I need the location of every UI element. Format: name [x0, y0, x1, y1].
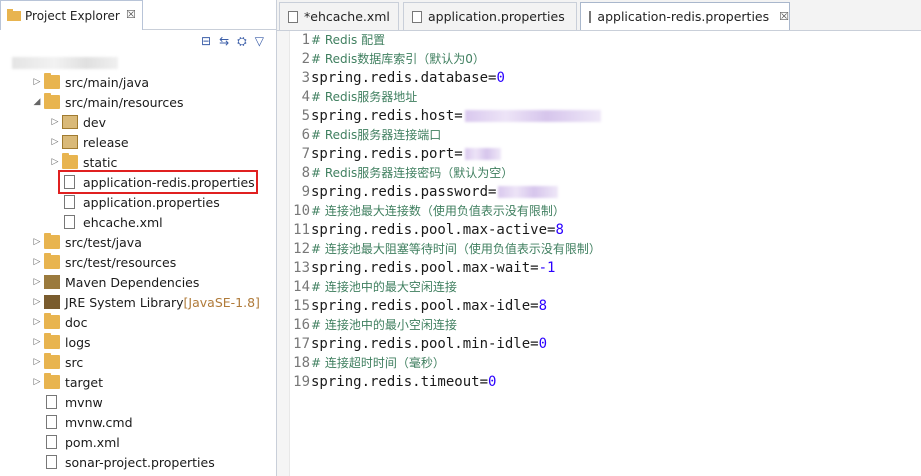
folder-icon — [7, 9, 21, 21]
editor-tab-bar: *ehcache.xml application.properties appl… — [277, 0, 921, 31]
file-icon — [46, 395, 57, 409]
code-line-1: # Redis 配置 — [311, 33, 386, 47]
tree-item-mvnw-cmd[interactable]: mvnw.cmd — [44, 412, 133, 432]
collapse-all-icon[interactable]: ⊟ — [201, 34, 211, 48]
code-line-3: spring.redis.database=0 — [311, 70, 505, 86]
xml-file-icon — [64, 215, 75, 229]
code-line-16: # 连接池中的最小空闲连接 — [311, 318, 457, 332]
explorer-toolbar: ⊟ ⇆ ⛭ ▽ — [201, 33, 264, 49]
tree-item-ehcache-xml[interactable]: ehcache.xml — [62, 212, 163, 232]
code-line-19: spring.redis.timeout=0 — [311, 374, 497, 390]
code-line-14: # 连接池中的最大空闲连接 — [311, 280, 457, 294]
tree-item-src-test-java[interactable]: ▷ src/test/java — [30, 232, 142, 252]
source-folder-icon — [44, 73, 60, 89]
tree-item-jre-system-library[interactable]: ▷ JRE System Library [JavaSE-1.8] — [30, 292, 260, 312]
code-line-11: spring.redis.pool.max-active=8 — [311, 222, 564, 238]
folder-icon — [44, 373, 60, 389]
expand-arrow-icon[interactable]: ▷ — [48, 137, 62, 147]
close-icon[interactable]: ☒ — [779, 10, 789, 23]
expand-arrow-icon[interactable]: ▷ — [30, 277, 44, 287]
properties-file-icon — [46, 455, 57, 469]
expand-arrow-icon[interactable]: ▷ — [30, 237, 44, 247]
tree-item-mvnw[interactable]: mvnw — [44, 392, 103, 412]
package-icon — [62, 115, 78, 129]
project-explorer-panel: Project Explorer ☒ ⊟ ⇆ ⛭ ▽ ▷ src/main/jav… — [0, 0, 277, 476]
code-line-10: # 连接池最大连接数（使用负值表示没有限制） — [311, 204, 565, 218]
code-line-13: spring.redis.pool.max-wait=-1 — [311, 260, 556, 276]
tree-item-sonar-project-properties[interactable]: sonar-project.properties — [44, 452, 215, 472]
editor-panel: *ehcache.xml application.properties appl… — [277, 0, 921, 476]
properties-file-icon — [64, 195, 75, 209]
tree-item-maven-dependencies[interactable]: ▷ Maven Dependencies — [30, 272, 200, 292]
tab-application-properties[interactable]: application.properties — [403, 2, 577, 30]
tree-item-logs[interactable]: ▷ logs — [30, 332, 91, 352]
expand-arrow-icon[interactable]: ▷ — [30, 357, 44, 367]
properties-file-icon — [589, 10, 592, 23]
package-icon — [62, 135, 78, 149]
project-name-redacted — [12, 57, 118, 69]
code-line-9: spring.redis.password= — [311, 183, 921, 202]
tree-item-static[interactable]: ▷ static — [48, 152, 117, 172]
source-folder-icon — [44, 253, 60, 269]
folder-icon — [62, 153, 78, 169]
tree-item-src[interactable]: ▷ src — [30, 352, 83, 372]
code-line-5: spring.redis.host= — [311, 107, 921, 126]
tab-ehcache-xml[interactable]: *ehcache.xml — [279, 2, 399, 30]
tree-item-doc[interactable]: ▷ doc — [30, 312, 87, 332]
tab-divider — [143, 29, 276, 30]
project-explorer-title: Project Explorer — [25, 9, 120, 23]
line-numbers: 1 2 3 4 5 6 7 8 9 10 11 12 13 14 15 16 1… — [293, 32, 310, 390]
xml-file-icon — [288, 10, 298, 23]
code-line-17: spring.redis.pool.min-idle=0 — [311, 336, 548, 352]
source-folder-icon — [44, 93, 60, 109]
code-line-6: # Redis服务器连接端口 — [311, 128, 442, 142]
project-explorer-tab[interactable]: Project Explorer ☒ — [0, 0, 143, 30]
code-line-2: # Redis数据库索引（默认为0） — [311, 52, 485, 66]
tree-item-target[interactable]: ▷ target — [30, 372, 103, 392]
code-line-12: # 连接池最大阻塞等待时间（使用负值表示没有限制） — [311, 242, 601, 256]
expand-arrow-icon[interactable]: ▷ — [30, 377, 44, 387]
code-line-18: # 连接超时时间（毫秒） — [311, 356, 445, 370]
properties-file-icon — [412, 10, 422, 23]
expand-arrow-icon[interactable]: ▷ — [30, 317, 44, 327]
expand-arrow-icon[interactable]: ▷ — [30, 77, 44, 87]
tree-item-dev[interactable]: ▷ dev — [48, 112, 107, 132]
source-folder-icon — [44, 233, 60, 249]
redacted-value — [464, 110, 601, 122]
tree-item-src-test-resources[interactable]: ▷ src/test/resources — [30, 252, 176, 272]
file-icon — [46, 415, 57, 429]
tree-item-pom-xml[interactable]: pom.xml — [44, 432, 120, 452]
redacted-value — [464, 148, 501, 160]
tree-item-application-properties[interactable]: application.properties — [62, 192, 220, 212]
folder-icon — [44, 313, 60, 329]
view-menu-icon[interactable]: ▽ — [255, 34, 264, 48]
tree-item-release[interactable]: ▷ release — [48, 132, 129, 152]
xml-file-icon — [46, 435, 57, 449]
link-with-editor-icon[interactable]: ⇆ — [219, 34, 229, 48]
expand-arrow-icon[interactable]: ▷ — [48, 117, 62, 127]
library-icon — [44, 295, 60, 309]
code-line-15: spring.redis.pool.max-idle=8 — [311, 298, 548, 314]
code-line-7: spring.redis.port= — [311, 145, 921, 164]
code-line-8: # Redis服务器连接密码（默认为空） — [311, 166, 514, 180]
folder-icon — [44, 333, 60, 349]
filter-icon[interactable]: ⛭ — [237, 34, 247, 49]
code-line-4: # Redis服务器地址 — [311, 90, 418, 104]
close-icon[interactable]: ☒ — [126, 8, 136, 21]
redacted-value — [498, 186, 559, 198]
code-area[interactable]: # Redis 配置 # Redis数据库索引（默认为0） spring.red… — [311, 31, 921, 392]
expand-arrow-icon[interactable]: ▷ — [30, 297, 44, 307]
library-icon — [44, 275, 60, 289]
tree-item-src-main-resources[interactable]: ◢ src/main/resources — [30, 92, 183, 112]
collapse-arrow-icon[interactable]: ◢ — [30, 97, 44, 107]
expand-arrow-icon[interactable]: ▷ — [48, 157, 62, 167]
tab-application-redis-properties[interactable]: application-redis.properties ☒ — [580, 2, 790, 30]
selection-highlight — [58, 170, 258, 194]
tree-item-src-main-java[interactable]: ▷ src/main/java — [30, 72, 149, 92]
folder-icon — [44, 353, 60, 369]
expand-arrow-icon[interactable]: ▷ — [30, 337, 44, 347]
expand-arrow-icon[interactable]: ▷ — [30, 257, 44, 267]
